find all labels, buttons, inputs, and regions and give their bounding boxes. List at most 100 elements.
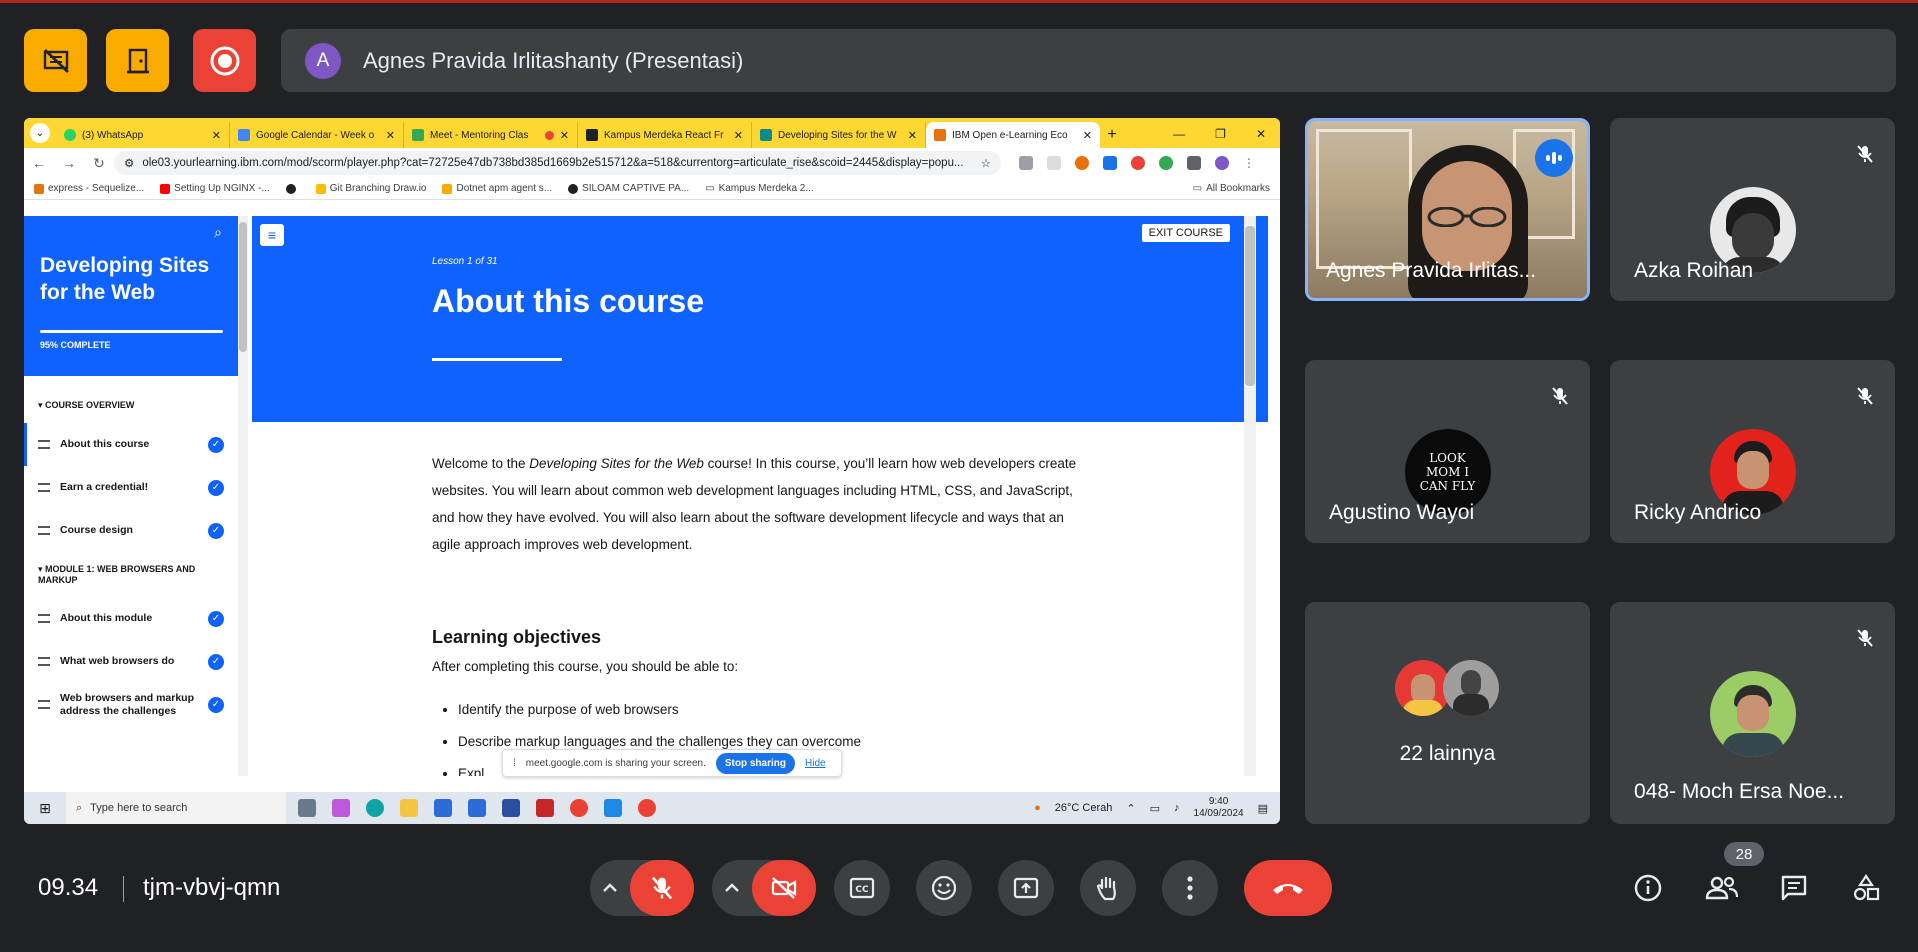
stop-sharing-button[interactable]: Stop sharing (715, 752, 795, 774)
video-options-button[interactable] (712, 860, 752, 916)
close-icon[interactable]: ✕ (1083, 129, 1092, 142)
exit-course-button[interactable]: EXIT COURSE (1141, 224, 1230, 242)
copilot-icon[interactable] (332, 799, 350, 817)
browser-tab[interactable]: (3) WhatsApp ✕ (56, 122, 230, 148)
lesson-item[interactable]: Earn a credential! ✓ (24, 466, 238, 509)
extension-icon[interactable] (1047, 156, 1061, 170)
menu-icon[interactable]: ≡ (260, 224, 284, 246)
extension-icon[interactable] (1159, 156, 1173, 170)
browser-tab[interactable]: Developing Sites for the W ✕ (752, 122, 926, 148)
file-explorer-icon[interactable] (400, 799, 418, 817)
bookmark-item[interactable]: express - Sequelize... (34, 183, 144, 194)
lesson-item[interactable]: About this module ✓ (24, 597, 238, 640)
clock[interactable]: 9:40 14/09/2024 (1194, 796, 1244, 820)
leave-call-button[interactable] (1244, 860, 1332, 916)
all-bookmarks[interactable]: ▭ All Bookmarks (1193, 183, 1270, 194)
chrome-icon[interactable] (570, 799, 588, 817)
more-vert-icon[interactable]: ⋮ (1243, 156, 1255, 170)
participant-tile-others[interactable]: 22 lainnya (1305, 602, 1590, 824)
browser-tab[interactable]: Kampus Merdeka React Fr ✕ (578, 122, 752, 148)
windows-start-icon[interactable]: ⊞ (24, 800, 66, 817)
close-icon[interactable]: ✕ (734, 129, 743, 142)
close-icon[interactable]: ✕ (908, 129, 917, 142)
captions-button[interactable]: CC (834, 860, 890, 916)
mail-icon[interactable] (468, 799, 486, 817)
participant-tile[interactable]: LOOK MOM I CAN FLY Agustino Wayoi (1305, 360, 1590, 543)
bookmark-folder[interactable]: ▭ Kampus Merdeka 2... (705, 183, 814, 194)
layout-off-button[interactable] (24, 29, 87, 92)
browser-tab-active[interactable]: IBM Open e-Learning Eco ✕ (926, 122, 1100, 148)
bookmark-item[interactable] (285, 183, 300, 194)
participant-tile-speaking[interactable]: Agnes Pravida Irlitas... (1305, 118, 1590, 301)
extension-icon[interactable] (1131, 156, 1145, 170)
new-tab-button[interactable]: + (1100, 126, 1124, 144)
site-info-icon[interactable]: ⚙ (124, 156, 134, 170)
companion-button[interactable] (106, 29, 169, 92)
edge-icon[interactable] (366, 799, 384, 817)
battery-icon[interactable]: ▭ (1150, 802, 1160, 815)
participant-tile[interactable]: 048- Moch Ersa Noe... (1610, 602, 1895, 824)
filter-extension-icon[interactable] (1019, 156, 1033, 170)
camera-toggle-button[interactable] (752, 860, 816, 916)
bookmark-item[interactable]: Dotnet apm agent s... (442, 183, 552, 194)
tab-search-button[interactable]: ⌄ (30, 123, 50, 143)
lesson-item[interactable]: Web browsers and markup address the chal… (24, 683, 238, 726)
mic-toggle-button[interactable] (630, 860, 694, 916)
store-icon[interactable] (434, 799, 452, 817)
browser-tab[interactable]: Meet - Mentoring Clas ✕ (404, 122, 578, 148)
app-l-icon[interactable] (502, 799, 520, 817)
people-button[interactable] (1702, 868, 1742, 908)
hide-link[interactable]: Hide (805, 758, 826, 769)
meeting-code[interactable]: tjm-vbvj-qmn (143, 874, 280, 902)
raise-hand-button[interactable] (1080, 860, 1136, 916)
notification-icon[interactable]: ▤ (1258, 802, 1268, 815)
forward-icon[interactable]: → (54, 155, 84, 171)
chat-button[interactable] (1774, 868, 1814, 908)
participant-tile[interactable]: Ricky Andrico (1610, 360, 1895, 543)
weather-icon[interactable]: ● (1034, 802, 1041, 814)
present-button[interactable] (998, 860, 1054, 916)
extension-icon[interactable] (1103, 156, 1117, 170)
url-field[interactable]: ⚙ ole03.yourlearning.ibm.com/mod/scorm/p… (114, 151, 1001, 175)
bookmark-item[interactable]: Git Branching Draw.io (315, 183, 426, 194)
participant-tile[interactable]: Azka Roihan (1610, 118, 1895, 301)
audio-options-button[interactable] (590, 860, 630, 916)
maximize-icon[interactable]: ❐ (1215, 127, 1226, 141)
drag-handle-icon[interactable]: ⁞ (513, 758, 516, 769)
search-icon[interactable]: ⌕ (214, 224, 222, 241)
section-heading[interactable]: ▾ COURSE OVERVIEW (24, 388, 238, 423)
mcafee-icon[interactable] (536, 799, 554, 817)
recording-button[interactable] (193, 29, 256, 92)
extension-icon[interactable] (1075, 156, 1089, 170)
chevron-up-icon[interactable]: ⌃ (1126, 802, 1135, 815)
bookmark-item[interactable]: SILOAM CAPTIVE PA... (568, 183, 689, 194)
lesson-item[interactable]: What web browsers do ✓ (24, 640, 238, 683)
lesson-item[interactable]: About this course ✓ (24, 423, 238, 466)
reactions-button[interactable] (916, 860, 972, 916)
profile-icon[interactable] (1215, 156, 1229, 170)
lesson-item[interactable]: Course design ✓ (24, 509, 238, 552)
close-icon[interactable]: ✕ (386, 129, 395, 142)
sidebar-scrollbar[interactable] (238, 216, 248, 776)
volume-icon[interactable]: ♪ (1174, 802, 1180, 814)
taskbar-search[interactable]: ⌕ Type here to search (66, 792, 286, 824)
star-icon[interactable]: ☆ (981, 156, 991, 170)
close-window-icon[interactable]: ✕ (1256, 127, 1266, 141)
shared-screen: ⌄ (3) WhatsApp ✕ Google Calendar - Week o… (24, 118, 1280, 824)
close-icon[interactable]: ✕ (212, 129, 221, 142)
content-scrollbar[interactable] (1244, 216, 1256, 776)
close-icon[interactable]: ✕ (560, 129, 569, 142)
task-view-icon[interactable] (298, 799, 316, 817)
vscode-icon[interactable] (604, 799, 622, 817)
meeting-details-button[interactable] (1628, 868, 1668, 908)
minimize-icon[interactable]: — (1173, 127, 1185, 141)
more-options-button[interactable] (1162, 860, 1218, 916)
activities-button[interactable] (1846, 868, 1886, 908)
section-heading[interactable]: ▾ MODULE 1: WEB BROWSERS AND MARKUP (24, 552, 238, 597)
puzzle-icon[interactable] (1187, 156, 1201, 170)
back-icon[interactable]: ← (24, 155, 54, 171)
chrome-icon[interactable] (638, 799, 656, 817)
reload-icon[interactable]: ↻ (84, 155, 114, 172)
browser-tab[interactable]: Google Calendar - Week o ✕ (230, 122, 404, 148)
bookmark-item[interactable]: Setting Up NGINX -... (160, 183, 270, 194)
